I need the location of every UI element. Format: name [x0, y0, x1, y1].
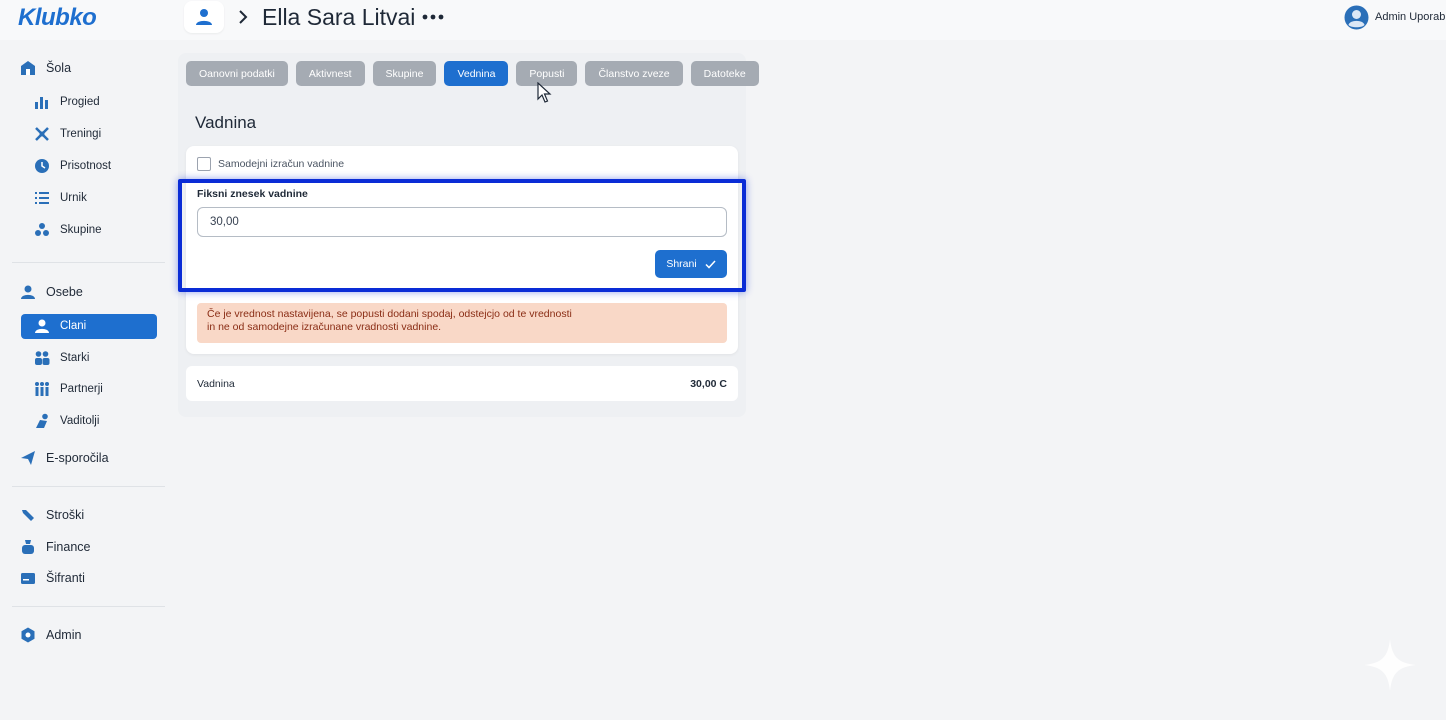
sidebar-item-e-sporocila[interactable]: E-sporočila — [20, 450, 109, 466]
warning-note: Če je vrednost nastavijena, se popusti d… — [197, 303, 727, 343]
fixed-amount-label: Fiksni znesek vadnine — [197, 188, 308, 200]
tab-clanstvo-zveze[interactable]: Članstvo zveze — [585, 61, 683, 86]
sparkle-icon — [1364, 639, 1416, 691]
sidebar-item-clani[interactable]: Clani — [34, 318, 86, 334]
tab-osnovni-podatki[interactable]: Oanovni podatki — [186, 61, 288, 86]
sidebar-item-prisotnost[interactable]: Prisotnost — [34, 158, 111, 174]
money-icon — [20, 539, 36, 555]
list-icon — [34, 190, 50, 206]
bar-chart-icon — [34, 94, 50, 110]
fee-summary-label: Vadnina — [197, 377, 235, 390]
fixed-amount-input[interactable] — [197, 207, 727, 237]
app-logo[interactable]: Klubko — [18, 4, 97, 32]
sidebar-item-sifranti[interactable]: Šifranti — [20, 570, 85, 586]
person-icon — [196, 9, 212, 25]
sidebar-divider — [12, 486, 165, 487]
tab-datoteke[interactable]: Datoteke — [690, 61, 759, 86]
tab-bar: Oanovni podatki Aktivnest Skupine Vednin… — [186, 61, 759, 86]
partners-icon — [34, 381, 50, 397]
save-button-label: Shrani — [666, 258, 697, 270]
person-icon — [20, 284, 36, 300]
member-detail-panel: Oanovni podatki Aktivnest Skupine Vednin… — [178, 53, 759, 417]
check-icon — [705, 259, 716, 269]
warning-line-1: Če je vrednost nastavijena, se popusti d… — [207, 308, 572, 320]
clock-icon — [34, 158, 50, 174]
sidebar-item-treningi[interactable]: Treningi — [34, 126, 101, 142]
wrench-icon — [20, 507, 36, 523]
fee-settings-card: Samodejni izračun vadnine Fiksni znesek … — [186, 146, 738, 354]
page-title: Ella Sara Litvai — [262, 4, 416, 30]
more-options-button[interactable] — [420, 7, 446, 27]
training-icon — [34, 126, 50, 142]
sidebar-divider — [12, 262, 165, 263]
user-name: Admin Uporabnik — [1375, 11, 1446, 23]
sidebar-item-urnik[interactable]: Urnik — [34, 190, 87, 206]
auto-calc-checkbox[interactable] — [197, 157, 211, 171]
avatar — [1344, 5, 1369, 29]
coach-icon — [34, 413, 50, 429]
fee-summary-value: 30,00 C — [690, 377, 727, 390]
sidebar-item-partnerji[interactable]: Partnerji — [34, 381, 103, 397]
sidebar-item-progied[interactable]: Progied — [34, 94, 100, 110]
sidebar: Šola Progied Treningi Prisotnost Urnik S… — [0, 40, 178, 720]
more-icon — [422, 14, 444, 20]
section-title: Vadnina — [195, 113, 257, 132]
warning-line-2: in ne od samodejne izračunane vradnosti … — [207, 321, 442, 333]
sidebar-item-osebe[interactable]: Osebe — [20, 284, 83, 300]
save-button[interactable]: Shrani — [655, 250, 727, 278]
user-menu[interactable]: Admin Uporabnik — [1344, 3, 1446, 31]
tab-aktivnost[interactable]: Aktivnest — [295, 61, 365, 86]
chevron-right-icon — [236, 7, 250, 27]
auto-calc-label: Samodejni izračun vadnine — [218, 158, 345, 170]
sidebar-divider — [12, 606, 165, 607]
sidebar-item-starki[interactable]: Starki — [34, 350, 89, 366]
sidebar-item-admin[interactable]: Admin — [20, 627, 81, 643]
send-icon — [20, 450, 36, 466]
person-button[interactable] — [184, 1, 224, 33]
gear-icon — [20, 627, 36, 643]
auto-calc-row[interactable]: Samodejni izračun vadnine — [197, 157, 344, 171]
mouse-cursor-icon — [537, 82, 552, 103]
sidebar-item-vaditolji[interactable]: Vaditolji — [34, 413, 99, 429]
school-icon — [20, 60, 36, 76]
tab-vadnina[interactable]: Vednina — [444, 61, 509, 86]
tab-skupine[interactable]: Skupine — [372, 61, 437, 86]
parents-icon — [34, 350, 50, 366]
sidebar-item-skupine[interactable]: Skupine — [34, 222, 102, 238]
sidebar-item-sola[interactable]: Šola — [20, 60, 71, 76]
top-bar: Klubko Ella Sara Litvai Admin Uporabnik — [0, 0, 1446, 40]
member-icon — [34, 318, 50, 334]
sidebar-item-finance[interactable]: Finance — [20, 539, 90, 555]
card-icon — [20, 570, 36, 586]
fee-summary-row: Vadnina 30,00 C — [186, 366, 738, 401]
sidebar-item-stroski[interactable]: Stroški — [20, 507, 84, 523]
group-icon — [34, 222, 50, 238]
